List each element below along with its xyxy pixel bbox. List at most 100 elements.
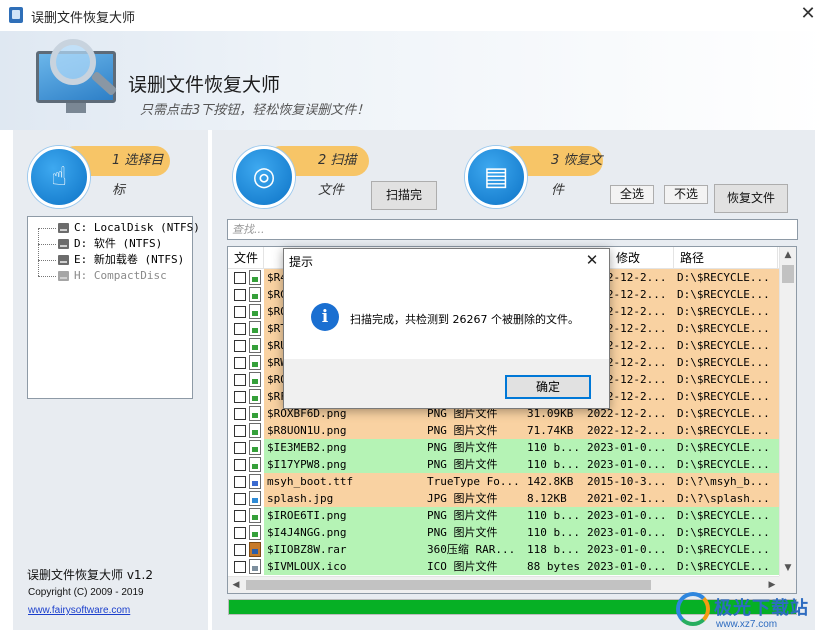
- tree-connector: [38, 260, 56, 261]
- search-input[interactable]: 查找...: [227, 219, 798, 240]
- cell-size: 110 b...: [524, 524, 584, 541]
- rar-file-icon: [249, 542, 261, 557]
- drive-item[interactable]: D: 软件 (NTFS): [38, 228, 192, 252]
- info-icon: i: [311, 303, 339, 331]
- cell-type: PNG 图片文件: [424, 524, 524, 541]
- horizontal-scrollbar[interactable]: ◀ ▶: [228, 576, 780, 593]
- table-row[interactable]: $IROE6TI.png PNG 图片文件 110 b... 2023-01-0...…: [228, 507, 780, 524]
- window-close-button[interactable]: ✕: [797, 3, 819, 25]
- cell-path: D:\$RECYCLE...: [674, 320, 780, 337]
- cell-size: 142.8KB: [524, 473, 584, 490]
- drive-disk-icon: [58, 271, 69, 281]
- horizontal-scroll-thumb[interactable]: [246, 580, 651, 590]
- row-checkbox[interactable]: [234, 408, 246, 420]
- row-checkbox[interactable]: [234, 459, 246, 471]
- dialog-message: 扫描完成，共检测到 26267 个被删除的文件。: [350, 313, 579, 326]
- cell-name: $IVMLOUX.ico: [264, 558, 424, 575]
- cell-date: 2023-01-0...: [584, 439, 674, 456]
- table-row[interactable]: msyh_boot.ttf TrueType Fo... 142.8KB 2015-1…: [228, 473, 780, 490]
- table-row[interactable]: $IVMLOUX.ico ICO 图片文件 88 bytes 2023-01-0...…: [228, 558, 780, 575]
- table-row[interactable]: $R8UON1U.png PNG 图片文件 71.74KB 2022-12-2... D…: [228, 422, 780, 439]
- tree-connector: [38, 228, 56, 229]
- row-checkbox[interactable]: [234, 272, 246, 284]
- drive-item[interactable]: H: CompactDisc: [38, 260, 192, 284]
- select-all-button[interactable]: 全选: [610, 185, 654, 204]
- scroll-left-arrow-icon[interactable]: ◀: [228, 577, 244, 593]
- table-row[interactable]: $IIOBZ8W.rar 360压缩 RAR... 118 b... 2023-01-…: [228, 541, 780, 558]
- row-checkbox[interactable]: [234, 323, 246, 335]
- vertical-scroll-thumb[interactable]: [782, 265, 794, 283]
- watermark-text: 极光下载站: [714, 598, 809, 619]
- cell-name: $IROE6TI.png: [264, 507, 424, 524]
- drive-label: E: 新加载卷 (NTFS): [74, 253, 185, 266]
- row-checkbox[interactable]: [234, 476, 246, 488]
- cell-date: 2023-01-0...: [584, 524, 674, 541]
- png-file-icon: [249, 525, 261, 540]
- column-header-path[interactable]: 路径: [674, 247, 778, 269]
- table-row[interactable]: $I4J4NGG.png PNG 图片文件 110 b... 2023-01-0...…: [228, 524, 780, 541]
- cell-type: PNG 图片文件: [424, 422, 524, 439]
- table-row[interactable]: splash.jpg JPG 图片文件 8.12KB 2021-02-1... D:\?…: [228, 490, 780, 507]
- drive-label: D: 软件 (NTFS): [74, 237, 163, 250]
- cell-date: 2015-10-3...: [584, 473, 674, 490]
- row-checkbox[interactable]: [234, 357, 246, 369]
- row-checkbox[interactable]: [234, 510, 246, 522]
- png-file-icon: [249, 304, 261, 319]
- cell-path: D:\$RECYCLE...: [674, 286, 780, 303]
- column-header-modified[interactable]: 修改: [610, 247, 674, 269]
- row-checkbox[interactable]: [234, 425, 246, 437]
- scroll-up-arrow-icon[interactable]: ▲: [780, 247, 796, 263]
- scan-done-button[interactable]: 扫描完: [371, 181, 437, 210]
- cell-size: 110 b...: [524, 456, 584, 473]
- watermark-url: www.xz7.com: [716, 619, 778, 630]
- row-checkbox[interactable]: [234, 374, 246, 386]
- table-row[interactable]: $IE3MEB2.png PNG 图片文件 110 b... 2023-01-0...…: [228, 439, 780, 456]
- cell-name: $I17YPW8.png: [264, 456, 424, 473]
- cell-name: splash.jpg: [264, 490, 424, 507]
- column-header-file[interactable]: 文件: [228, 247, 264, 269]
- about-website-link[interactable]: www.fairysoftware.com: [28, 605, 130, 616]
- row-checkbox[interactable]: [234, 544, 246, 556]
- png-file-icon: [249, 406, 261, 421]
- cell-path: D:\$RECYCLE...: [674, 337, 780, 354]
- row-checkbox[interactable]: [234, 493, 246, 505]
- row-checkbox[interactable]: [234, 306, 246, 318]
- scroll-right-arrow-icon[interactable]: ▶: [764, 577, 780, 593]
- row-checkbox[interactable]: [234, 289, 246, 301]
- watermark: 极光下载站 www.xz7.com: [676, 592, 816, 638]
- dialog-ok-button[interactable]: 确定: [505, 375, 591, 399]
- tree-connector: [38, 228, 39, 244]
- cell-name: $R8UON1U.png: [264, 422, 424, 439]
- header-subtitle: 只需点击3下按钮，轻松恢复误删文件！: [140, 103, 370, 118]
- vertical-scrollbar[interactable]: ▲ ▼: [779, 247, 796, 593]
- dialog-close-button[interactable]: ✕: [582, 249, 602, 271]
- recover-files-button[interactable]: 恢复文件: [714, 184, 788, 213]
- row-checkbox[interactable]: [234, 391, 246, 403]
- cell-type: 360压缩 RAR...: [424, 541, 524, 558]
- row-checkbox[interactable]: [234, 561, 246, 573]
- cell-type: PNG 图片文件: [424, 456, 524, 473]
- cell-size: 118 b...: [524, 541, 584, 558]
- cell-size: 8.12KB: [524, 490, 584, 507]
- drive-disk-icon: [58, 239, 69, 249]
- select-none-button[interactable]: 不选: [664, 185, 708, 204]
- cell-name: $I4J4NGG.png: [264, 524, 424, 541]
- row-checkbox[interactable]: [234, 527, 246, 539]
- drive-item[interactable]: E: 新加载卷 (NTFS): [38, 244, 192, 268]
- cell-name: $IIOBZ8W.rar: [264, 541, 424, 558]
- drive-disk-icon: [58, 223, 69, 233]
- row-checkbox[interactable]: [234, 442, 246, 454]
- table-row[interactable]: $I17YPW8.png PNG 图片文件 110 b... 2023-01-0...…: [228, 456, 780, 473]
- header-banner: 误删文件恢复大师 只需点击3下按钮，轻松恢复误删文件！: [0, 31, 827, 130]
- cell-name: $IE3MEB2.png: [264, 439, 424, 456]
- cell-size: 110 b...: [524, 439, 584, 456]
- about-copyright: Copyright (C) 2009 - 2019: [28, 587, 144, 598]
- drive-item[interactable]: C: LocalDisk (NTFS): [38, 220, 200, 236]
- cell-size: 71.74KB: [524, 422, 584, 439]
- cell-path: D:\$RECYCLE...: [674, 439, 780, 456]
- cell-path: D:\$RECYCLE...: [674, 371, 780, 388]
- cell-path: D:\$RECYCLE...: [674, 303, 780, 320]
- cell-size: 88 bytes: [524, 558, 584, 575]
- row-checkbox[interactable]: [234, 340, 246, 352]
- scroll-down-arrow-icon[interactable]: ▼: [780, 560, 796, 576]
